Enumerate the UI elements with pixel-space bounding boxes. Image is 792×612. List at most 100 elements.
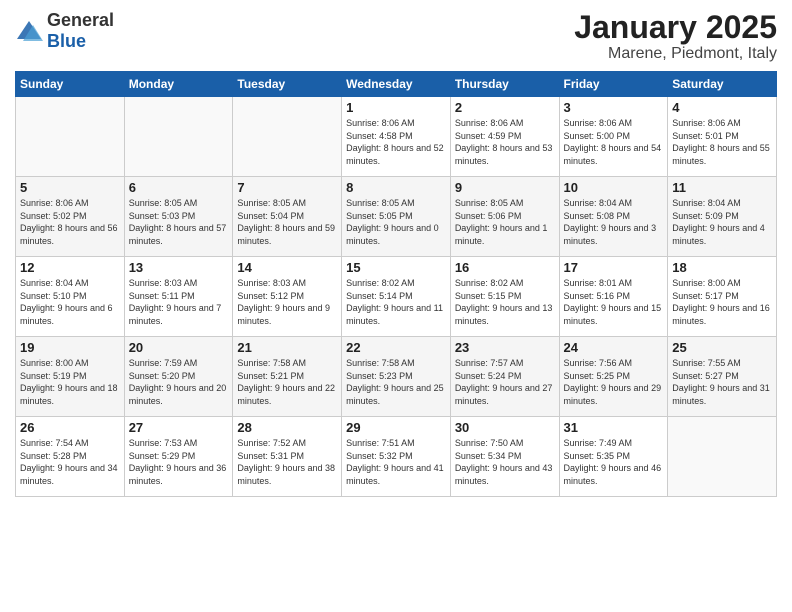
day-number: 21 bbox=[237, 340, 337, 355]
day-number: 1 bbox=[346, 100, 446, 115]
calendar-header-row: SundayMondayTuesdayWednesdayThursdayFrid… bbox=[16, 72, 777, 97]
day-info: Sunrise: 8:06 AM Sunset: 5:02 PM Dayligh… bbox=[20, 197, 120, 247]
day-info: Sunrise: 7:58 AM Sunset: 5:21 PM Dayligh… bbox=[237, 357, 337, 407]
calendar-subtitle: Marene, Piedmont, Italy bbox=[574, 45, 777, 63]
logo-general: General bbox=[47, 10, 114, 30]
calendar-cell: 19Sunrise: 8:00 AM Sunset: 5:19 PM Dayli… bbox=[16, 337, 125, 417]
day-info: Sunrise: 8:04 AM Sunset: 5:09 PM Dayligh… bbox=[672, 197, 772, 247]
day-number: 12 bbox=[20, 260, 120, 275]
day-info: Sunrise: 7:55 AM Sunset: 5:27 PM Dayligh… bbox=[672, 357, 772, 407]
calendar-cell: 25Sunrise: 7:55 AM Sunset: 5:27 PM Dayli… bbox=[668, 337, 777, 417]
day-number: 23 bbox=[455, 340, 555, 355]
header: General Blue January 2025 Marene, Piedmo… bbox=[15, 10, 777, 63]
day-number: 9 bbox=[455, 180, 555, 195]
calendar-cell: 2Sunrise: 8:06 AM Sunset: 4:59 PM Daylig… bbox=[450, 97, 559, 177]
day-number: 18 bbox=[672, 260, 772, 275]
day-info: Sunrise: 7:58 AM Sunset: 5:23 PM Dayligh… bbox=[346, 357, 446, 407]
day-number: 3 bbox=[564, 100, 664, 115]
day-info: Sunrise: 8:04 AM Sunset: 5:08 PM Dayligh… bbox=[564, 197, 664, 247]
day-info: Sunrise: 8:05 AM Sunset: 5:03 PM Dayligh… bbox=[129, 197, 229, 247]
calendar-cell: 24 Sunrise: 7:56 AM Sunset: 5:25 PM Dayli… bbox=[559, 337, 668, 417]
logo: General Blue bbox=[15, 10, 114, 52]
day-info: Sunrise: 7:53 AM Sunset: 5:29 PM Dayligh… bbox=[129, 437, 229, 487]
calendar-cell: 15Sunrise: 8:02 AM Sunset: 5:14 PM Dayli… bbox=[342, 257, 451, 337]
day-info: Sunrise: 8:06 AM Sunset: 4:59 PM Dayligh… bbox=[455, 117, 555, 167]
calendar-cell bbox=[16, 97, 125, 177]
calendar-cell: 28Sunrise: 7:52 AM Sunset: 5:31 PM Dayli… bbox=[233, 417, 342, 497]
calendar-cell: 23 Sunrise: 7:57 AM Sunset: 5:24 PM Dayli… bbox=[450, 337, 559, 417]
calendar-week-4: 26Sunrise: 7:54 AM Sunset: 5:28 PM Dayli… bbox=[16, 417, 777, 497]
calendar-cell bbox=[233, 97, 342, 177]
calendar-table: SundayMondayTuesdayWednesdayThursdayFrid… bbox=[15, 71, 777, 497]
day-number: 31 bbox=[564, 420, 664, 435]
day-header-saturday: Saturday bbox=[668, 72, 777, 97]
calendar-cell: 27 Sunrise: 7:53 AM Sunset: 5:29 PM Dayli… bbox=[124, 417, 233, 497]
day-number: 15 bbox=[346, 260, 446, 275]
day-number: 17 bbox=[564, 260, 664, 275]
calendar-cell: 4 Sunrise: 8:06 AM Sunset: 5:01 PM Daylig… bbox=[668, 97, 777, 177]
day-number: 13 bbox=[129, 260, 229, 275]
day-header-sunday: Sunday bbox=[16, 72, 125, 97]
day-info: Sunrise: 8:00 AM Sunset: 5:19 PM Dayligh… bbox=[20, 357, 120, 407]
calendar-cell: 1 Sunrise: 8:06 AM Sunset: 4:58 PM Daylig… bbox=[342, 97, 451, 177]
day-number: 29 bbox=[346, 420, 446, 435]
day-info: Sunrise: 8:05 AM Sunset: 5:06 PM Dayligh… bbox=[455, 197, 555, 247]
day-header-tuesday: Tuesday bbox=[233, 72, 342, 97]
day-info: Sunrise: 8:06 AM Sunset: 5:00 PM Dayligh… bbox=[564, 117, 664, 167]
title-block: January 2025 Marene, Piedmont, Italy bbox=[574, 10, 777, 63]
day-info: Sunrise: 7:57 AM Sunset: 5:24 PM Dayligh… bbox=[455, 357, 555, 407]
calendar-container: General Blue January 2025 Marene, Piedmo… bbox=[0, 0, 792, 502]
calendar-week-1: 5 Sunrise: 8:06 AM Sunset: 5:02 PM Daylig… bbox=[16, 177, 777, 257]
calendar-cell: 20Sunrise: 7:59 AM Sunset: 5:20 PM Dayli… bbox=[124, 337, 233, 417]
day-number: 27 bbox=[129, 420, 229, 435]
logo-blue: Blue bbox=[47, 31, 86, 51]
day-info: Sunrise: 7:56 AM Sunset: 5:25 PM Dayligh… bbox=[564, 357, 664, 407]
calendar-cell: 29 Sunrise: 7:51 AM Sunset: 5:32 PM Dayli… bbox=[342, 417, 451, 497]
calendar-cell: 14 Sunrise: 8:03 AM Sunset: 5:12 PM Dayli… bbox=[233, 257, 342, 337]
calendar-cell: 7Sunrise: 8:05 AM Sunset: 5:04 PM Daylig… bbox=[233, 177, 342, 257]
calendar-cell: 22 Sunrise: 7:58 AM Sunset: 5:23 PM Dayli… bbox=[342, 337, 451, 417]
day-info: Sunrise: 8:06 AM Sunset: 5:01 PM Dayligh… bbox=[672, 117, 772, 167]
day-info: Sunrise: 8:05 AM Sunset: 5:05 PM Dayligh… bbox=[346, 197, 446, 247]
calendar-cell: 31 Sunrise: 7:49 AM Sunset: 5:35 PM Dayli… bbox=[559, 417, 668, 497]
day-number: 22 bbox=[346, 340, 446, 355]
day-info: Sunrise: 8:06 AM Sunset: 4:58 PM Dayligh… bbox=[346, 117, 446, 167]
day-header-friday: Friday bbox=[559, 72, 668, 97]
calendar-cell: 26Sunrise: 7:54 AM Sunset: 5:28 PM Dayli… bbox=[16, 417, 125, 497]
calendar-week-0: 1 Sunrise: 8:06 AM Sunset: 4:58 PM Daylig… bbox=[16, 97, 777, 177]
day-info: Sunrise: 8:05 AM Sunset: 5:04 PM Dayligh… bbox=[237, 197, 337, 247]
day-info: Sunrise: 7:54 AM Sunset: 5:28 PM Dayligh… bbox=[20, 437, 120, 487]
calendar-title: January 2025 bbox=[574, 10, 777, 45]
logo-icon bbox=[15, 17, 43, 45]
calendar-cell: 18Sunrise: 8:00 AM Sunset: 5:17 PM Dayli… bbox=[668, 257, 777, 337]
day-number: 5 bbox=[20, 180, 120, 195]
calendar-cell: 12Sunrise: 8:04 AM Sunset: 5:10 PM Dayli… bbox=[16, 257, 125, 337]
logo-text: General Blue bbox=[47, 10, 114, 52]
day-info: Sunrise: 7:49 AM Sunset: 5:35 PM Dayligh… bbox=[564, 437, 664, 487]
calendar-cell: 13 Sunrise: 8:03 AM Sunset: 5:11 PM Dayli… bbox=[124, 257, 233, 337]
calendar-week-3: 19Sunrise: 8:00 AM Sunset: 5:19 PM Dayli… bbox=[16, 337, 777, 417]
day-number: 14 bbox=[237, 260, 337, 275]
calendar-cell bbox=[668, 417, 777, 497]
day-header-thursday: Thursday bbox=[450, 72, 559, 97]
calendar-cell: 9 Sunrise: 8:05 AM Sunset: 5:06 PM Daylig… bbox=[450, 177, 559, 257]
calendar-week-2: 12Sunrise: 8:04 AM Sunset: 5:10 PM Dayli… bbox=[16, 257, 777, 337]
calendar-cell: 21 Sunrise: 7:58 AM Sunset: 5:21 PM Dayli… bbox=[233, 337, 342, 417]
day-info: Sunrise: 8:03 AM Sunset: 5:12 PM Dayligh… bbox=[237, 277, 337, 327]
calendar-cell: 11 Sunrise: 8:04 AM Sunset: 5:09 PM Dayli… bbox=[668, 177, 777, 257]
day-info: Sunrise: 8:03 AM Sunset: 5:11 PM Dayligh… bbox=[129, 277, 229, 327]
day-number: 20 bbox=[129, 340, 229, 355]
day-info: Sunrise: 7:51 AM Sunset: 5:32 PM Dayligh… bbox=[346, 437, 446, 487]
day-number: 10 bbox=[564, 180, 664, 195]
day-number: 4 bbox=[672, 100, 772, 115]
day-number: 24 bbox=[564, 340, 664, 355]
day-number: 16 bbox=[455, 260, 555, 275]
day-info: Sunrise: 7:50 AM Sunset: 5:34 PM Dayligh… bbox=[455, 437, 555, 487]
calendar-cell: 3 Sunrise: 8:06 AM Sunset: 5:00 PM Daylig… bbox=[559, 97, 668, 177]
calendar-cell: 30Sunrise: 7:50 AM Sunset: 5:34 PM Dayli… bbox=[450, 417, 559, 497]
calendar-cell bbox=[124, 97, 233, 177]
day-number: 11 bbox=[672, 180, 772, 195]
calendar-cell: 5 Sunrise: 8:06 AM Sunset: 5:02 PM Daylig… bbox=[16, 177, 125, 257]
day-header-wednesday: Wednesday bbox=[342, 72, 451, 97]
calendar-cell: 8Sunrise: 8:05 AM Sunset: 5:05 PM Daylig… bbox=[342, 177, 451, 257]
